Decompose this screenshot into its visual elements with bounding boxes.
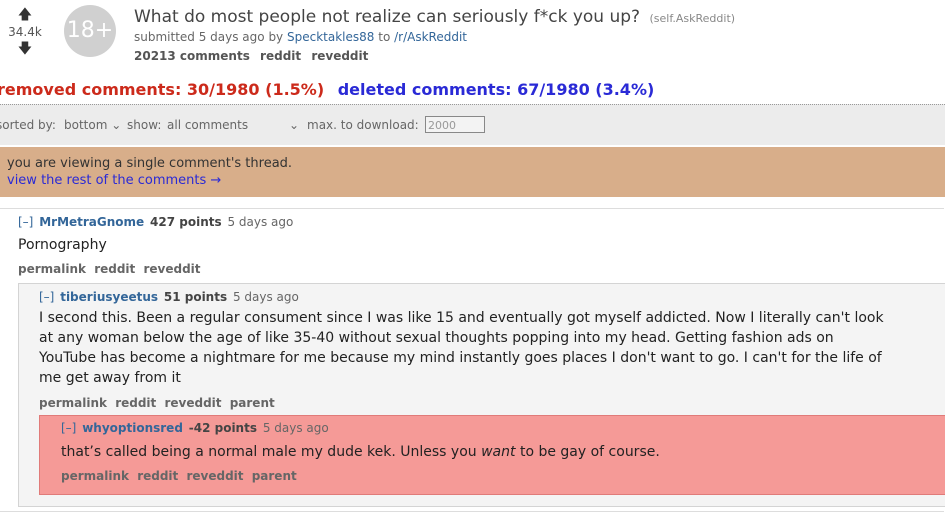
show-select-value: all comments bbox=[167, 118, 249, 132]
comment-age: 5 days ago bbox=[227, 215, 294, 229]
comment-body: that’s called being a normal male my dud… bbox=[61, 442, 660, 462]
max-download-label: max. to download: bbox=[307, 118, 419, 132]
collapse-toggle[interactable]: [–] bbox=[18, 215, 33, 229]
downvote-arrow-icon[interactable]: 🡇 bbox=[4, 42, 46, 56]
parent-link[interactable]: parent bbox=[252, 469, 297, 483]
comment-3-removed: [–] whyoptionsred -42 points 5 days ago … bbox=[39, 415, 945, 495]
post-header: 🡅 34.4k 🡇 18+ What do most people not re… bbox=[0, 0, 945, 72]
comment-1: [–] MrMetraGnome 427 points 5 days ago P… bbox=[0, 208, 945, 512]
sort-select-value: bottom bbox=[64, 118, 108, 132]
show-select[interactable]: all comments bbox=[167, 118, 248, 132]
permalink-link[interactable]: permalink bbox=[39, 396, 107, 410]
post-score: 34.4k bbox=[8, 25, 42, 39]
nsfw-thumbnail[interactable]: 18+ bbox=[64, 5, 116, 57]
comment-body-text: that’s called being a normal male my dud… bbox=[61, 444, 482, 460]
single-thread-notice: you are viewing a single comment's threa… bbox=[0, 147, 945, 197]
removed-stats[interactable]: removed comments: 30/1980 (1.5%) bbox=[0, 80, 324, 99]
comment-age: 5 days ago bbox=[262, 421, 329, 435]
subreddit-link[interactable]: /r/AskReddit bbox=[394, 30, 467, 44]
comment-links: permalink reddit reveddit parent bbox=[61, 469, 301, 483]
comment-points: 51 points bbox=[163, 290, 228, 304]
comment-header: [–] tiberiusyeetus 51 points 5 days ago bbox=[39, 290, 299, 304]
post-title[interactable]: What do most people not realize can seri… bbox=[134, 7, 640, 27]
post-links: 20213 comments reddit reveddit bbox=[134, 49, 374, 63]
upvote-arrow-icon[interactable]: 🡅 bbox=[4, 8, 46, 22]
reveddit-link[interactable]: reveddit bbox=[164, 396, 221, 410]
max-download-input[interactable]: 2000 bbox=[425, 116, 485, 133]
submitted-text: submitted 5 days ago by bbox=[134, 30, 284, 44]
comments-link[interactable]: 20213 comments bbox=[134, 49, 250, 63]
comment-2: [–] tiberiusyeetus 51 points 5 days ago … bbox=[18, 283, 945, 507]
permalink-link[interactable]: permalink bbox=[18, 262, 86, 276]
comment-age: 5 days ago bbox=[232, 290, 299, 304]
comment-author[interactable]: tiberiusyeetus bbox=[60, 290, 158, 304]
post-domain[interactable]: (self.AskReddit) bbox=[649, 12, 735, 25]
comment-body: Pornography bbox=[18, 237, 107, 253]
comment-body: I second this. Been a regular consument … bbox=[39, 310, 884, 386]
sorted-label: sorted by: bbox=[0, 118, 56, 132]
collapse-toggle[interactable]: [–] bbox=[39, 290, 54, 304]
comment-links: permalink reddit reveddit bbox=[18, 262, 205, 276]
deleted-stats[interactable]: deleted comments: 67/1980 (3.4%) bbox=[338, 80, 655, 99]
parent-link[interactable]: parent bbox=[230, 396, 275, 410]
reveddit-link[interactable]: reveddit bbox=[186, 469, 243, 483]
reddit-link[interactable]: reddit bbox=[115, 396, 156, 410]
comment-links: permalink reddit reveddit parent bbox=[39, 396, 279, 410]
show-label: show: bbox=[127, 118, 162, 132]
post-reddit-link[interactable]: reddit bbox=[260, 49, 301, 63]
comment-author[interactable]: MrMetraGnome bbox=[39, 215, 144, 229]
chevron-down-icon[interactable]: ⌄ bbox=[289, 118, 299, 132]
sort-select[interactable]: bottom ⌄ bbox=[64, 118, 121, 132]
view-all-comments-link[interactable]: view the rest of the comments → bbox=[7, 173, 221, 188]
comment-points: -42 points bbox=[188, 421, 257, 435]
post-author-link[interactable]: Specktakles88 bbox=[287, 30, 374, 44]
reddit-link[interactable]: reddit bbox=[137, 469, 178, 483]
comment-header: [–] MrMetraGnome 427 points 5 days ago bbox=[18, 215, 293, 229]
collapse-toggle[interactable]: [–] bbox=[61, 421, 76, 435]
comment-body-text-end: to be gay of course. bbox=[515, 444, 660, 460]
comment-author[interactable]: whyoptionsred bbox=[82, 421, 183, 435]
vote-box: 🡅 34.4k 🡇 bbox=[4, 8, 46, 56]
permalink-link[interactable]: permalink bbox=[61, 469, 129, 483]
reddit-link[interactable]: reddit bbox=[94, 262, 135, 276]
to-text: to bbox=[378, 30, 391, 44]
chevron-down-icon: ⌄ bbox=[111, 118, 122, 132]
comment-points: 427 points bbox=[150, 215, 222, 229]
post-title-row: What do most people not realize can seri… bbox=[134, 7, 735, 27]
comment-header: [–] whyoptionsred -42 points 5 days ago bbox=[61, 421, 329, 435]
post-reveddit-link[interactable]: reveddit bbox=[311, 49, 368, 63]
comment-body-emphasis: want bbox=[481, 444, 516, 460]
comment-stats: removed comments: 30/1980 (1.5%) deleted… bbox=[0, 80, 654, 99]
post-meta: submitted 5 days ago by Specktakles88 to… bbox=[134, 30, 467, 44]
reveddit-link[interactable]: reveddit bbox=[143, 262, 200, 276]
notice-text: you are viewing a single comment's threa… bbox=[7, 156, 293, 171]
